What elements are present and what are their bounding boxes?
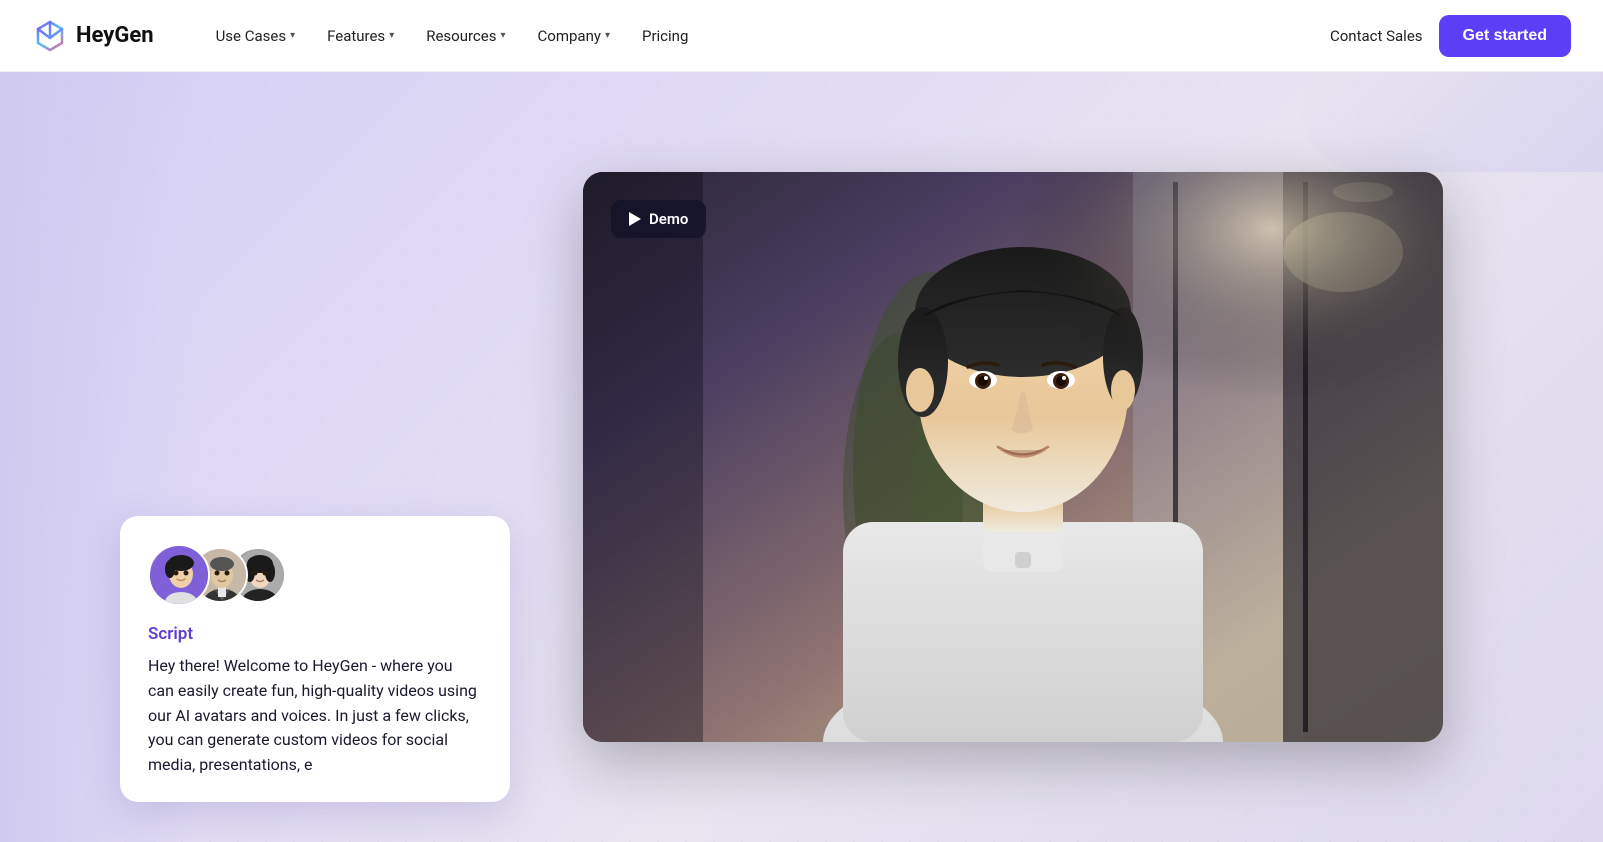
nav-features-chevron-icon: ▾ [389,30,394,41]
play-icon [629,212,641,226]
demo-badge[interactable]: Demo [611,200,706,238]
script-label: Script [148,624,482,644]
nav-pricing[interactable]: Pricing [628,19,702,53]
avatar-row [148,544,482,606]
script-text: Hey there! Welcome to HeyGen - where you… [148,654,482,778]
video-scene-svg [583,172,1443,742]
nav-right: Contact Sales Get started [1330,15,1571,57]
logo[interactable]: HeyGen [32,18,154,54]
nav-company[interactable]: Company ▾ [524,19,624,53]
nav-use-cases-label: Use Cases [216,27,287,45]
navbar: HeyGen Use Cases ▾ Features ▾ Resources … [0,0,1603,72]
brand-name: HeyGen [76,23,154,48]
nav-company-chevron-icon: ▾ [605,30,610,41]
nav-resources-chevron-icon: ▾ [500,30,505,41]
nav-features[interactable]: Features ▾ [313,19,408,53]
nav-pricing-label: Pricing [642,27,688,45]
demo-badge-label: Demo [649,210,688,228]
nav-links: Use Cases ▾ Features ▾ Resources ▾ Compa… [202,19,1330,53]
nav-features-label: Features [327,27,385,45]
nav-use-cases-chevron-icon: ▾ [290,30,295,41]
nav-resources-label: Resources [426,27,496,45]
script-panel: Script Hey there! Welcome to HeyGen - wh… [120,516,510,802]
video-card: Demo [583,172,1443,742]
avatar-1-face [150,546,210,606]
video-placeholder: Demo [583,172,1443,742]
avatar-1 [148,544,210,606]
contact-sales-link[interactable]: Contact Sales [1330,27,1423,45]
nav-resources[interactable]: Resources ▾ [412,19,519,53]
nav-use-cases[interactable]: Use Cases ▾ [202,19,310,53]
heygen-logo-icon [32,18,68,54]
hero-section: Demo [0,72,1603,842]
get-started-button[interactable]: Get started [1439,15,1571,57]
hero-content: Demo [0,72,1603,842]
nav-company-label: Company [538,27,601,45]
